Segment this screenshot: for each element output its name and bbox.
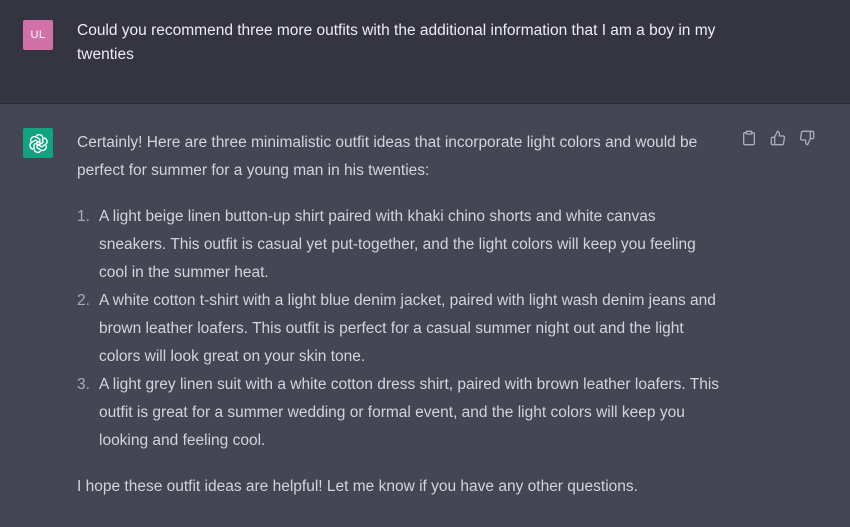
assistant-intro: Certainly! Here are three minimalistic o… (77, 134, 698, 179)
clipboard-icon (743, 130, 755, 146)
assistant-avatar (23, 128, 53, 158)
list-item-text: A white cotton t-shirt with a light blue… (99, 292, 716, 365)
assistant-outro: I hope these outfit ideas are helpful! L… (77, 478, 638, 495)
thumbs-down-icon (799, 130, 815, 146)
assistant-message: Certainly! Here are three minimalistic o… (0, 104, 850, 527)
list-item: 3. A light grey linen suit with a white … (77, 371, 727, 455)
openai-logo-icon (28, 133, 48, 153)
user-avatar: UL (23, 20, 53, 50)
user-message: UL Could you recommend three more outfit… (0, 0, 850, 104)
list-item-number: 1. (77, 208, 90, 225)
list-item-text: A light grey linen suit with a white cot… (99, 376, 720, 449)
list-item-number: 2. (77, 292, 90, 309)
thumbs-up-icon (770, 130, 786, 146)
user-message-text: Could you recommend three more outfits w… (77, 22, 716, 63)
list-item: 2. A white cotton t-shirt with a light b… (77, 287, 727, 371)
list-item-text: A light beige linen button-up shirt pair… (99, 208, 696, 281)
thumbs-down-button[interactable] (799, 130, 815, 146)
copy-button[interactable] (741, 130, 757, 146)
message-actions (741, 130, 815, 146)
list-item-number: 3. (77, 376, 90, 393)
list-item: 1. A light beige linen button-up shirt p… (77, 203, 727, 287)
outfit-list: 1. A light beige linen button-up shirt p… (77, 203, 727, 455)
assistant-message-content: Certainly! Here are three minimalistic o… (77, 129, 727, 501)
thumbs-up-button[interactable] (770, 130, 786, 146)
